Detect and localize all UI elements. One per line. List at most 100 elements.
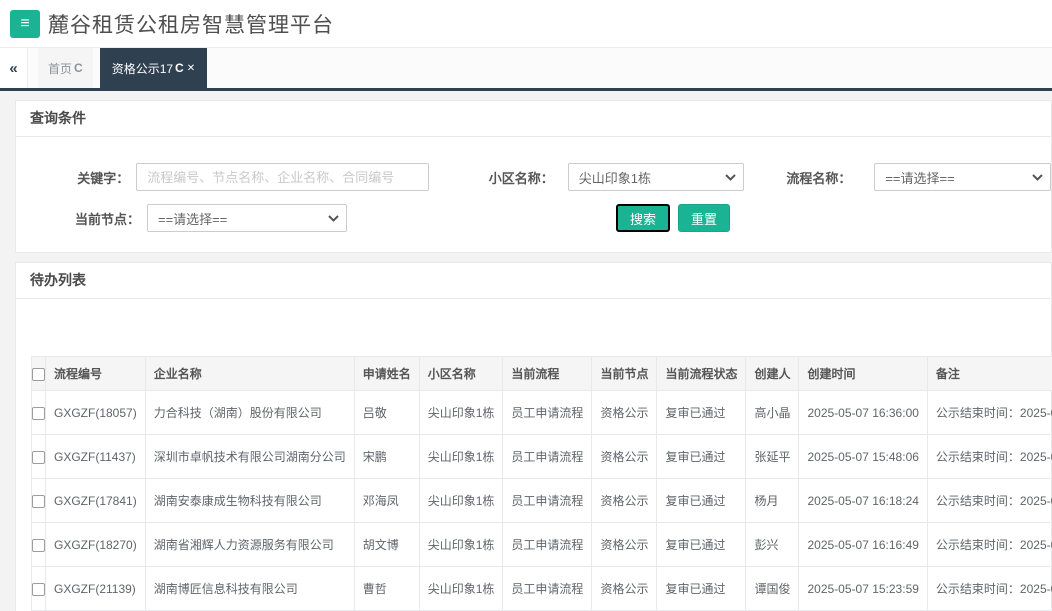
- todo-panel-title: 待办列表: [16, 263, 1051, 299]
- menu-toggle-button[interactable]: ≡: [10, 9, 40, 38]
- keyword-input[interactable]: [136, 163, 429, 191]
- top-header: ≡ 麓谷租赁公租房智慧管理平台: [0, 0, 1052, 48]
- cell-process: 员工申请流程: [502, 522, 593, 567]
- cell-node: 资格公示: [591, 390, 658, 435]
- cell-process-no: GXGZF(11437): [45, 434, 146, 479]
- search-button[interactable]: 搜索: [616, 204, 671, 232]
- column-header-process: 当前流程: [502, 356, 593, 391]
- cell-company: 深圳市卓帆技术有限公司湖南分公司: [144, 434, 355, 479]
- refresh-icon[interactable]: C: [175, 61, 184, 75]
- node-select[interactable]: ==请选择==: [147, 204, 347, 232]
- row-checkbox-cell: [31, 522, 46, 567]
- chevron-down-icon: [328, 215, 339, 222]
- column-header-created-time: 创建时间: [798, 356, 928, 391]
- cell-created-time: 2025-05-07 16:16:49: [798, 522, 928, 567]
- cell-community: 尖山印象1栋: [418, 566, 504, 611]
- refresh-icon[interactable]: C: [74, 61, 83, 75]
- cell-node: 资格公示: [591, 566, 658, 611]
- cell-remark: 公示结束时间：2025-05-14 16:24:45: [926, 566, 1052, 611]
- cell-process-no: GXGZF(17841): [45, 478, 146, 523]
- cell-created-time: 2025-05-07 16:36:00: [798, 390, 928, 435]
- cell-remark: 公示结束时间：2025-05-14 16:52:17: [926, 390, 1052, 435]
- row-checkbox-cell: [31, 478, 46, 523]
- cell-process: 员工申请流程: [502, 390, 593, 435]
- cell-process: 员工申请流程: [502, 566, 593, 611]
- cell-status: 复审已通过: [656, 434, 747, 479]
- cell-applicant: 胡文博: [353, 522, 420, 567]
- keyword-label: 关键字：: [77, 170, 130, 186]
- tab-home[interactable]: 首页 C: [38, 48, 93, 88]
- cell-created-time: 2025-05-07 16:18:24: [798, 478, 928, 523]
- cell-creator: 彭兴: [745, 522, 800, 567]
- row-checkbox-cell: [31, 566, 46, 611]
- row-checkbox[interactable]: [32, 406, 45, 420]
- collapse-tabs-button[interactable]: «: [0, 48, 28, 88]
- table-row: GXGZF(11437) 深圳市卓帆技术有限公司湖南分公司 宋鹏 尖山印象1栋 员工申请…: [31, 434, 1052, 479]
- cell-creator: 谭国俊: [745, 566, 800, 611]
- column-header-community: 小区名称: [418, 356, 504, 391]
- hamburger-icon: ≡: [20, 14, 30, 32]
- cell-applicant: 宋鹏: [353, 434, 420, 479]
- close-tab-icon[interactable]: ✕: [187, 63, 195, 74]
- tab-home-label: 首页: [48, 61, 73, 76]
- cell-creator: 高小晶: [745, 390, 800, 435]
- app-title: 麓谷租赁公租房智慧管理平台: [48, 13, 334, 37]
- cell-process-no: GXGZF(18057): [45, 390, 146, 435]
- tab-bar: « 首页 C 资格公示17 C ✕: [0, 48, 1052, 88]
- tab-qualification-label: 资格公示17: [111, 61, 174, 76]
- cell-creator: 张延平: [745, 434, 800, 479]
- column-header-creator: 创建人: [745, 356, 800, 391]
- cell-status: 复审已通过: [656, 522, 747, 567]
- reset-button[interactable]: 重置: [678, 204, 731, 232]
- process-label: 流程名称：: [786, 170, 852, 186]
- cell-node: 资格公示: [591, 434, 658, 479]
- table-row: GXGZF(18270) 湖南省湘辉人力资源服务有限公司 胡文博 尖山印象1栋 员工申请…: [31, 522, 1052, 567]
- main-content: 查询条件 关键字： 小区名称： 尖山印象1栋 流程名称： ==请选择== 当前节…: [0, 91, 1052, 611]
- community-select[interactable]: 尖山印象1栋: [567, 163, 745, 191]
- cell-remark: 公示结束时间：2025-05-14 16:40:47: [926, 522, 1052, 567]
- query-panel-title: 查询条件: [16, 101, 1051, 137]
- row-checkbox[interactable]: [32, 582, 45, 596]
- cell-created-time: 2025-05-07 15:23:59: [798, 566, 928, 611]
- column-header-company: 企业名称: [144, 356, 355, 391]
- cell-applicant: 邓海凤: [353, 478, 420, 523]
- node-select-value: ==请选择==: [158, 211, 228, 227]
- column-header-status: 当前流程状态: [656, 356, 747, 391]
- community-select-value: 尖山印象1栋: [578, 170, 652, 186]
- chevron-down-icon: [725, 174, 737, 181]
- cell-company: 湖南博匠信息科技有限公司: [144, 566, 355, 611]
- cell-status: 复审已通过: [656, 390, 747, 435]
- table-row: GXGZF(17841) 湖南安泰康成生物科技有限公司 邓海凤 尖山印象1栋 员工申请流…: [31, 478, 1052, 523]
- cell-community: 尖山印象1栋: [418, 522, 504, 567]
- column-header-node: 当前节点: [591, 356, 658, 391]
- cell-status: 复审已通过: [656, 566, 747, 611]
- double-chevron-left-icon: «: [9, 59, 18, 77]
- select-all-cell: [31, 356, 46, 391]
- column-header-remark: 备注: [926, 356, 1052, 391]
- cell-creator: 杨月: [745, 478, 800, 523]
- todo-panel: 待办列表 流程编号 企业名称 申请姓名 小区名称 当前流程 当前节点 当前流程状态 创建人 创建…: [15, 262, 1052, 611]
- cell-company: 力合科技（湖南）股份有限公司: [144, 390, 355, 435]
- cell-process: 员工申请流程: [502, 434, 593, 479]
- row-checkbox[interactable]: [32, 538, 45, 552]
- cell-remark: 公示结束时间：2025-05-14 16:41:03: [926, 434, 1052, 479]
- cell-community: 尖山印象1栋: [418, 390, 504, 435]
- chevron-down-icon: [1032, 174, 1043, 181]
- cell-process-no: GXGZF(18270): [45, 522, 146, 567]
- table-row: GXGZF(18057) 力合科技（湖南）股份有限公司 吕敬 尖山印象1栋 员工申请流程…: [31, 390, 1052, 435]
- cell-node: 资格公示: [591, 522, 658, 567]
- cell-community: 尖山印象1栋: [418, 434, 504, 479]
- node-label: 当前节点：: [74, 211, 140, 227]
- cell-applicant: 曹哲: [353, 566, 420, 611]
- column-header-process-no: 流程编号: [45, 356, 146, 391]
- cell-applicant: 吕敬: [353, 390, 420, 435]
- select-all-checkbox[interactable]: [32, 367, 45, 381]
- row-checkbox[interactable]: [32, 494, 45, 508]
- process-select[interactable]: ==请选择==: [874, 163, 1051, 191]
- column-header-applicant: 申请姓名: [353, 356, 420, 391]
- row-checkbox[interactable]: [32, 450, 45, 464]
- process-select-value: ==请选择==: [885, 170, 955, 186]
- tab-qualification-publicity[interactable]: 资格公示17 C ✕: [99, 48, 208, 88]
- table-row: GXGZF(21139) 湖南博匠信息科技有限公司 曹哲 尖山印象1栋 员工申请流程 资格…: [31, 566, 1052, 611]
- community-label: 小区名称：: [488, 170, 554, 186]
